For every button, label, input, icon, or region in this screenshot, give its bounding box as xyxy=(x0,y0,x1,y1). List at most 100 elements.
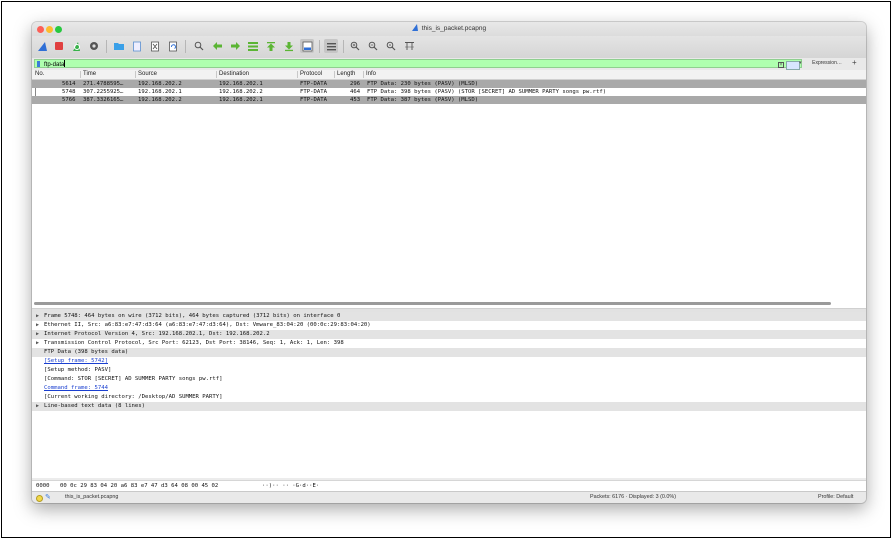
horizontal-scrollbar[interactable] xyxy=(34,302,831,305)
wireshark-window: this_is_packet.pcapng ftp-data × ▾ Expre… xyxy=(32,22,866,503)
column-divider[interactable] xyxy=(135,71,136,78)
display-filter-input[interactable]: ftp-data × ▾ xyxy=(34,59,802,70)
status-file-name: this_is_packet.pcapng xyxy=(65,494,119,500)
command-frame-link[interactable]: Command frame: 5744 xyxy=(44,384,108,393)
apply-filter-button[interactable] xyxy=(786,61,800,70)
packet-list: No. Time Source Destination Protocol Len… xyxy=(32,70,866,308)
column-divider[interactable] xyxy=(216,71,217,78)
packet-protocol: FTP-DATA xyxy=(300,81,327,87)
expression-button[interactable]: Expression… xyxy=(806,59,848,68)
detail-row-setup-method[interactable]: [Setup method: PASV] xyxy=(32,366,866,375)
detail-row-ethernet[interactable]: ▶ Ethernet II, Src: a6:83:e7:47:d3:64 (a… xyxy=(32,321,866,330)
packet-info: FTP Data: 230 bytes (PASV) (MLSD) xyxy=(367,81,479,87)
detail-text: [Current working directory: /Desktop/AD … xyxy=(44,394,223,400)
setup-frame-link[interactable]: [Setup frame: 5742] xyxy=(44,357,108,366)
column-divider[interactable] xyxy=(363,71,364,78)
detail-row-line-based-text[interactable]: ▶ Line-based text data (8 lines) xyxy=(32,402,866,411)
toolbar-separator xyxy=(185,40,186,53)
packet-source: 192.168.202.2 xyxy=(138,97,182,103)
column-header-time[interactable]: Time xyxy=(83,70,96,79)
toolbar-separator xyxy=(106,40,107,53)
shark-fin-start-icon[interactable] xyxy=(35,39,49,53)
expand-arrow-icon[interactable]: ▶ xyxy=(36,330,39,339)
column-header-length[interactable]: Length xyxy=(337,70,355,79)
open-folder-icon[interactable] xyxy=(112,39,126,53)
expand-arrow-icon[interactable]: ▶ xyxy=(36,339,39,348)
hex-ascii: ··)·· ·· ·G·d··E· xyxy=(262,483,320,489)
related-packet-marker xyxy=(35,88,36,96)
detail-row-command-frame[interactable]: Command frame: 5744 xyxy=(32,384,866,393)
packet-time: 387.3326165… xyxy=(83,97,124,103)
find-icon[interactable] xyxy=(192,39,206,53)
expand-arrow-icon[interactable]: ▶ xyxy=(36,312,39,321)
packet-destination: 192.168.202.1 xyxy=(219,81,263,87)
autoscroll-icon[interactable] xyxy=(300,39,314,53)
packet-row[interactable]: 5766 387.3326165… 192.168.202.2 192.168.… xyxy=(32,96,866,104)
packet-info: FTP Data: 387 bytes (PASV) (MLSD) xyxy=(367,97,479,103)
file-icon[interactable] xyxy=(130,39,144,53)
detail-row-cwd[interactable]: [Current working directory: /Desktop/AD … xyxy=(32,393,866,402)
bookmark-icon[interactable] xyxy=(37,61,40,67)
expand-arrow-icon[interactable]: ▶ xyxy=(36,321,39,330)
status-profile[interactable]: Profile: Default xyxy=(818,492,853,503)
detail-text: [Setup method: PASV] xyxy=(44,367,112,373)
go-to-packet-icon[interactable] xyxy=(246,39,260,53)
zoom-normal-icon[interactable] xyxy=(384,39,398,53)
column-header-no[interactable]: No. xyxy=(35,70,44,79)
resize-columns-icon[interactable] xyxy=(402,39,416,53)
clear-filter-icon[interactable]: × xyxy=(778,62,784,68)
colorize-icon[interactable] xyxy=(324,39,338,53)
toolbar-separator xyxy=(319,40,320,53)
forward-arrow-icon[interactable] xyxy=(228,39,242,53)
packet-no: 5748 xyxy=(62,89,76,95)
packet-row-selected[interactable]: 5748 307.2255925… 192.168.202.1 192.168.… xyxy=(32,88,866,96)
packet-length: 453 xyxy=(350,97,361,103)
toolbar-separator xyxy=(343,40,344,53)
detail-row-ftp-data[interactable]: FTP Data (398 bytes data) xyxy=(32,348,866,357)
column-header-protocol[interactable]: Protocol xyxy=(300,70,322,79)
chevron-down-icon[interactable]: ▾ xyxy=(799,60,802,66)
restart-icon[interactable] xyxy=(69,39,83,53)
window-title-text: this_is_packet.pcapng xyxy=(421,25,487,32)
packet-length: 464 xyxy=(350,89,361,95)
close-file-icon[interactable] xyxy=(148,39,162,53)
packet-row[interactable]: 5614 271.4788595… 192.168.202.2 192.168.… xyxy=(32,80,866,88)
detail-row-frame[interactable]: ▶ Frame 5748: 464 bytes on wire (3712 bi… xyxy=(32,312,866,321)
column-divider[interactable] xyxy=(297,71,298,78)
column-header-source[interactable]: Source xyxy=(138,70,157,79)
packet-info: FTP Data: 398 bytes (PASV) (STOR [SECRET… xyxy=(367,89,607,95)
detail-row-command[interactable]: [Command: STOR [SECRET] AD SUMMER PARTY … xyxy=(32,375,866,384)
first-packet-icon[interactable] xyxy=(264,39,278,53)
zoom-out-icon[interactable] xyxy=(366,39,380,53)
options-icon[interactable] xyxy=(87,39,101,53)
expert-info-icon[interactable] xyxy=(36,495,43,502)
packet-destination: 192.168.202.1 xyxy=(219,97,263,103)
column-header-destination[interactable]: Destination xyxy=(219,70,249,79)
column-header-info[interactable]: Info xyxy=(366,70,376,79)
packet-destination: 192.168.202.2 xyxy=(219,89,263,95)
stop-icon[interactable] xyxy=(52,39,66,53)
column-divider[interactable] xyxy=(334,71,335,78)
detail-text: Internet Protocol Version 4, Src: 192.16… xyxy=(44,331,270,337)
edit-comment-icon[interactable]: ✎ xyxy=(45,492,51,503)
add-filter-button[interactable]: + xyxy=(852,58,857,68)
zoom-in-icon[interactable] xyxy=(348,39,362,53)
detail-row-setup-frame[interactable]: [Setup frame: 5742] xyxy=(32,357,866,366)
detail-row-tcp[interactable]: ▶ Transmission Control Protocol, Src Por… xyxy=(32,339,866,348)
reload-icon[interactable] xyxy=(166,39,180,53)
text-caret xyxy=(64,60,65,67)
detail-text: [Command: STOR [SECRET] AD SUMMER PARTY … xyxy=(44,376,223,382)
packet-time: 271.4788595… xyxy=(83,81,124,87)
back-arrow-icon[interactable] xyxy=(210,39,224,53)
status-packet-counts: Packets: 6176 · Displayed: 3 (0.0%) xyxy=(590,494,676,500)
last-packet-icon[interactable] xyxy=(282,39,296,53)
screenshot-frame: this_is_packet.pcapng ftp-data × ▾ Expre… xyxy=(1,1,891,538)
column-divider[interactable] xyxy=(80,71,81,78)
packet-no: 5766 xyxy=(62,97,76,103)
packet-source: 192.168.202.1 xyxy=(138,89,182,95)
status-bar: ✎ this_is_packet.pcapng Packets: 6176 · … xyxy=(32,491,866,503)
detail-text: Line-based text data (8 lines) xyxy=(44,403,146,409)
detail-row-ip[interactable]: ▶ Internet Protocol Version 4, Src: 192.… xyxy=(32,330,866,339)
detail-text: Frame 5748: 464 bytes on wire (3712 bits… xyxy=(44,313,341,319)
expand-arrow-icon[interactable]: ▶ xyxy=(36,402,39,411)
